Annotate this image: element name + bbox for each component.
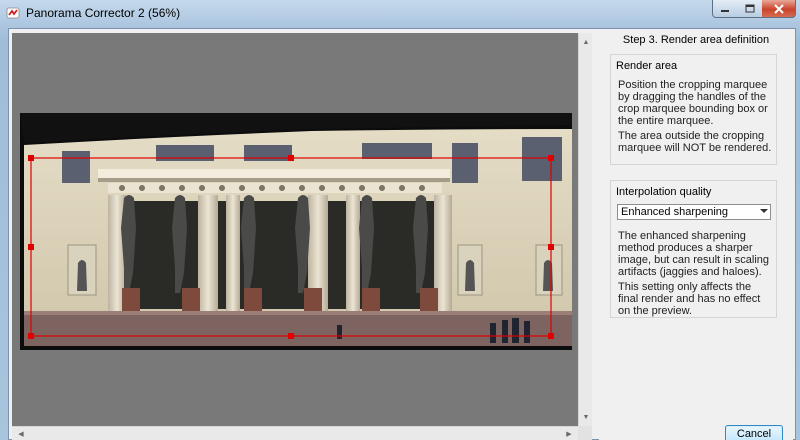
scroll-down-arrow-icon[interactable]: ▼ <box>579 410 593 424</box>
chevron-down-icon <box>760 209 768 213</box>
app-window: Panorama Corrector 2 (56%) ▲ ▼ ◀ ▶ Step … <box>0 0 800 440</box>
scroll-corner <box>578 426 592 440</box>
render-area-text2: The area outside the cropping marquee wi… <box>618 130 772 154</box>
interpolation-text2: This setting only affects the final rend… <box>618 281 761 317</box>
interpolation-selected-value: Enhanced sharpening <box>621 206 729 218</box>
preview-area[interactable] <box>12 33 578 426</box>
interpolation-title: Interpolation quality <box>616 186 712 198</box>
interpolation-quality-select[interactable]: Enhanced sharpening <box>617 204 771 220</box>
step-title: Step 3. Render area definition <box>622 34 770 46</box>
crop-handle-bottom-right[interactable] <box>548 333 554 339</box>
close-button[interactable] <box>762 0 796 18</box>
scroll-right-arrow-icon[interactable]: ▶ <box>562 427 576 440</box>
minimize-icon <box>721 9 729 12</box>
render-area-text1: Position the cropping marquee by draggin… <box>618 79 768 127</box>
crop-handle-bottom-left[interactable] <box>28 333 34 339</box>
app-icon <box>6 7 20 19</box>
maximize-button[interactable] <box>737 0 763 18</box>
panorama-photo <box>20 113 572 350</box>
cancel-button[interactable]: Cancel <box>725 425 783 440</box>
crop-handle-left[interactable] <box>28 244 34 250</box>
horizontal-scrollbar[interactable]: ◀ ▶ <box>12 426 578 440</box>
interpolation-text1: The enhanced sharpening method produces … <box>618 230 770 278</box>
crop-handle-top[interactable] <box>288 155 294 161</box>
maximize-icon <box>745 4 754 13</box>
crop-handle-top-right[interactable] <box>548 155 554 161</box>
crop-handle-top-left[interactable] <box>28 155 34 161</box>
close-icon <box>773 3 784 14</box>
minimize-button[interactable] <box>712 0 738 18</box>
crop-handle-bottom[interactable] <box>288 333 294 339</box>
title-bar[interactable]: Panorama Corrector 2 (56%) <box>0 0 800 28</box>
window-title: Panorama Corrector 2 (56%) <box>26 6 181 20</box>
vertical-scrollbar[interactable]: ▲ ▼ <box>578 33 592 426</box>
render-area-title: Render area <box>616 60 678 72</box>
scroll-left-arrow-icon[interactable]: ◀ <box>14 427 28 440</box>
scroll-up-arrow-icon[interactable]: ▲ <box>579 35 593 49</box>
crop-handle-right[interactable] <box>548 244 554 250</box>
